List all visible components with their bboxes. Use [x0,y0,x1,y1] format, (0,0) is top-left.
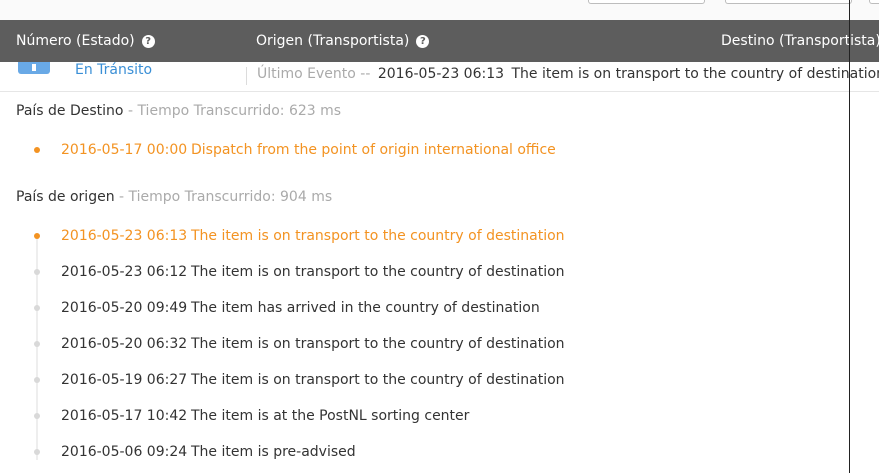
tracking-page: Número (Estado) ? Origen (Transportista)… [0,0,879,473]
event-description: The item has arrived in the country of d… [191,300,540,316]
timeline-event: 2016-05-06 09:24 The item is pre-advised [0,443,840,463]
column-header-label: Destino (Transportista) [721,33,879,49]
event-date: 2016-05-19 06:27 [61,372,188,388]
event-date: 2016-05-23 06:12 [61,264,188,280]
column-header-label: Número (Estado) [16,33,135,49]
timeline-dot-icon [34,147,40,153]
section-name: País de Destino [16,103,124,119]
top-toolbar [0,0,879,20]
toolbar-button[interactable] [588,0,705,4]
event-description: The item is at the PostNL sorting center [191,408,470,424]
timeline-event: 2016-05-23 06:13 The item is on transpor… [0,227,840,247]
timeline-event: 2016-05-20 09:49 The item has arrived in… [0,299,840,319]
last-event-label: Último Evento -- [257,66,371,82]
last-event: Último Evento -- 2016-05-23 06:13 The it… [257,66,879,82]
column-header-origin[interactable]: Origen (Transportista) ? [256,33,430,49]
event-date: 2016-05-17 00:00 [61,142,188,158]
timeline-dot-icon [34,413,40,419]
elapsed-time: - Tiempo Transcurrido: 623 ms [127,103,342,119]
divider [246,67,247,85]
event-date: 2016-05-06 09:24 [61,444,188,460]
timeline-dot-icon [34,377,40,383]
last-event-date: 2016-05-23 06:13 [377,66,505,82]
timeline-dot-icon [34,233,40,239]
column-header-number[interactable]: Número (Estado) ? [16,33,155,49]
help-icon[interactable]: ? [416,34,430,48]
timeline-event: 2016-05-20 06:32 The item is on transpor… [0,335,840,355]
event-description: The item is on transport to the country … [191,228,565,244]
destination-section-title: País de Destino - Tiempo Transcurrido: 6… [16,103,341,119]
toolbar-button[interactable] [725,0,852,4]
timeline-dot-icon [34,341,40,347]
event-date: 2016-05-17 10:42 [61,408,188,424]
column-header-destination[interactable]: Destino (Transportista) ? [721,33,879,49]
timeline-event: 2016-05-23 06:12 The item is on transpor… [0,263,840,283]
timeline-dot-icon [34,269,40,275]
column-header-label: Origen (Transportista) [256,33,410,49]
results-table-header: Número (Estado) ? Origen (Transportista)… [0,20,879,62]
timeline-dot-icon [34,305,40,311]
timeline-event: 2016-05-17 10:42 The item is at the Post… [0,407,840,427]
carrier-logo-icon [18,62,50,74]
event-description: The item is on transport to the country … [191,264,565,280]
timeline-event: 2016-05-17 00:00 Dispatch from the point… [0,141,840,161]
event-date: 2016-05-23 06:13 [61,228,188,244]
timeline-dot-icon [34,449,40,455]
toolbar-button[interactable] [869,0,879,4]
timeline-event: 2016-05-19 06:27 The item is on transpor… [0,371,840,391]
event-description: The item is pre-advised [191,444,356,460]
origin-section-title: País de origen - Tiempo Transcurrido: 90… [16,189,332,205]
event-description: The item is on transport to the country … [191,336,565,352]
vertical-guide-line [849,0,850,473]
event-date: 2016-05-20 09:49 [61,300,188,316]
event-description: The item is on transport to the country … [191,372,565,388]
elapsed-time: - Tiempo Transcurrido: 904 ms [119,189,333,205]
event-description: Dispatch from the point of origin intern… [191,142,556,158]
help-icon[interactable]: ? [141,34,155,48]
last-event-description: The item is on transport to the country … [511,66,879,82]
section-name: País de origen [16,189,115,205]
tracking-summary-row: En Tránsito Último Evento -- 2016-05-23 … [0,62,879,92]
event-date: 2016-05-20 06:32 [61,336,188,352]
status-link[interactable]: En Tránsito [75,62,152,78]
